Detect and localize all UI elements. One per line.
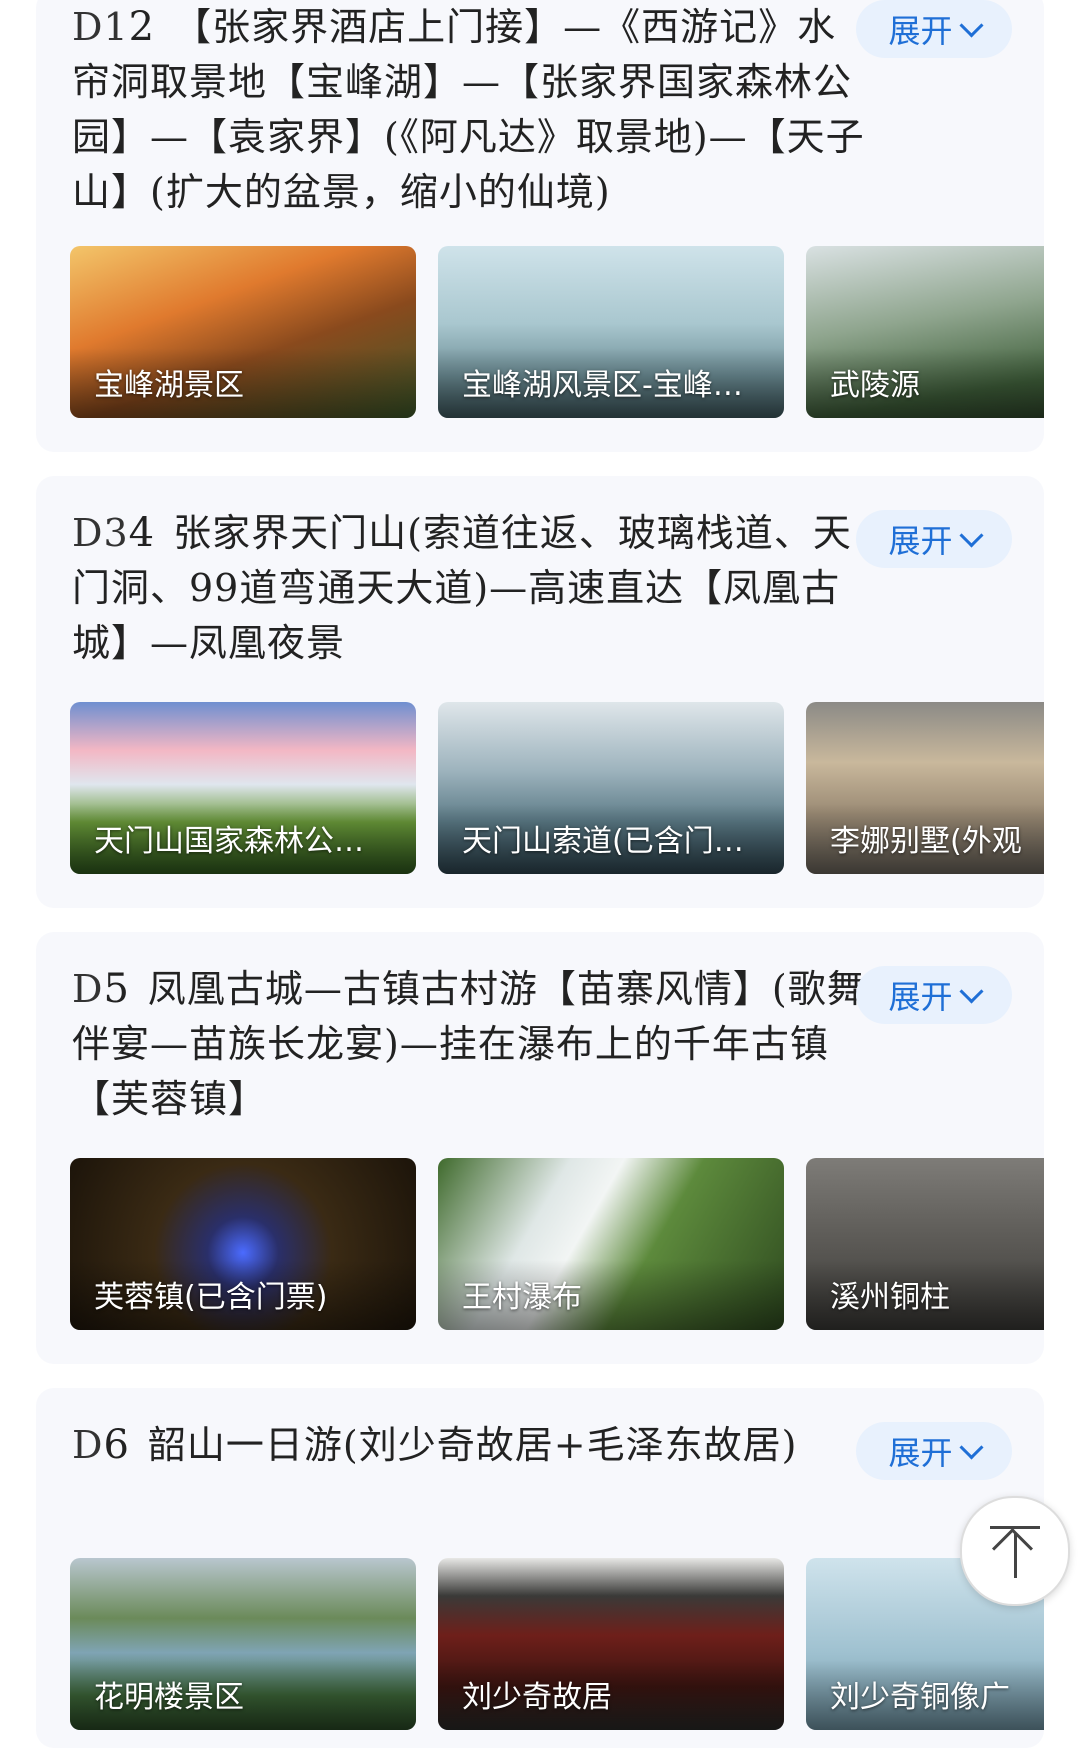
day-card-4: D6 韶山一日游(刘少奇故居+毛泽东故居) 展开 花明楼景区 刘少奇故居 刘少奇铜… [36,1388,1044,1748]
expand-button[interactable]: 展开 [856,966,1012,1024]
day-card-2: D34 张家界天门山(索道往返、玻璃栈道、天门洞、99道弯通天大道)—高速直达【凤… [36,476,1044,908]
expand-label: 展开 [888,522,953,560]
thumbnail-card[interactable]: 花明楼景区 [70,1558,416,1730]
day-number: 5 [103,966,130,1012]
thumbnail-label: 宝峰湖景区 [94,368,244,403]
chevron-down-icon [958,978,984,1004]
day-tag: D1 [72,5,129,49]
thumbnail-label: 武陵源 [830,368,920,403]
thumbnail-strip[interactable]: 芙蓉镇(已含门票) 王村瀑布 溪州铜柱 [70,1158,1044,1330]
day-title: D5 凤凰古城—古镇古村游【苗寨风情】(歌舞伴宴—苗族长龙宴)—挂在瀑布上的千年古… [72,962,872,1127]
scroll-to-top-button[interactable] [960,1496,1070,1606]
thumbnail-card[interactable]: 芙蓉镇(已含门票) [70,1158,416,1330]
thumbnail-label: 李娜别墅(外观 [830,824,1022,859]
day-card-3: D5 凤凰古城—古镇古村游【苗寨风情】(歌舞伴宴—苗族长龙宴)—挂在瀑布上的千年古… [36,932,1044,1364]
day-tag: D [72,967,104,1011]
day-itinerary: 凤凰古城—古镇古村游【苗寨风情】(歌舞伴宴—苗族长龙宴)—挂在瀑布上的千年古镇【… [72,967,866,1121]
thumbnail-label: 宝峰湖风景区-宝峰… [462,368,743,403]
thumbnail-card[interactable]: 王村瀑布 [438,1158,784,1330]
day-itinerary: 张家界天门山(索道往返、玻璃栈道、天门洞、99道弯通天大道)—高速直达【凤凰古城… [72,511,852,665]
expand-label: 展开 [888,12,953,50]
thumbnail-strip[interactable]: 宝峰湖景区 宝峰湖风景区-宝峰… 武陵源 [70,246,1044,418]
thumbnail-label: 天门山国家森林公… [94,824,364,859]
day-number: 6 [103,1422,130,1468]
day-tag: D [72,1423,104,1467]
day-title: D6 韶山一日游(刘少奇故居+毛泽东故居) [72,1418,872,1473]
thumbnail-card[interactable]: 武陵源 [806,246,1044,418]
thumbnail-label: 王村瀑布 [462,1280,582,1315]
day-tag: D3 [72,511,129,555]
day-title: D12 【张家界酒店上门接】—《西游记》水帘洞取景地【宝峰湖】—【张家界国家森林公… [72,0,872,220]
day-title: D34 张家界天门山(索道往返、玻璃栈道、天门洞、99道弯通天大道)—高速直达【凤… [72,506,872,671]
expand-button[interactable]: 展开 [856,0,1012,58]
expand-label: 展开 [888,1434,953,1472]
thumbnail-label: 溪州铜柱 [830,1280,950,1315]
expand-label: 展开 [888,978,953,1016]
top-bar-icon [990,1526,1040,1529]
thumbnail-label: 刘少奇故居 [462,1680,612,1715]
thumbnail-strip[interactable]: 花明楼景区 刘少奇故居 刘少奇铜像广 [70,1558,1044,1730]
chevron-down-icon [958,522,984,548]
thumbnail-card[interactable]: 李娜别墅(外观 [806,702,1044,874]
expand-button[interactable]: 展开 [856,1422,1012,1480]
thumbnail-strip[interactable]: 天门山国家森林公… 天门山索道(已含门… 李娜别墅(外观 [70,702,1044,874]
day-number: 2 [128,4,156,50]
expand-button[interactable]: 展开 [856,510,1012,568]
day-number: 4 [128,510,156,556]
day-itinerary: 【张家界酒店上门接】—《西游记》水帘洞取景地【宝峰湖】—【张家界国家森林公园】—… [72,5,865,214]
thumbnail-label: 芙蓉镇(已含门票) [94,1280,328,1315]
thumbnail-card[interactable]: 天门山国家森林公… [70,702,416,874]
thumbnail-label: 花明楼景区 [94,1680,244,1715]
day-itinerary: 韶山一日游(刘少奇故居+毛泽东故居) [147,1423,798,1467]
thumbnail-card[interactable]: 天门山索道(已含门… [438,702,784,874]
thumbnail-label: 天门山索道(已含门… [462,824,744,859]
chevron-down-icon [958,1434,984,1460]
thumbnail-card[interactable]: 溪州铜柱 [806,1158,1044,1330]
day-card-1: D12 【张家界酒店上门接】—《西游记》水帘洞取景地【宝峰湖】—【张家界国家森林公… [36,0,1044,452]
thumbnail-card[interactable]: 刘少奇故居 [438,1558,784,1730]
thumbnail-card[interactable]: 宝峰湖风景区-宝峰… [438,246,784,418]
arrow-stem-icon [1014,1534,1017,1578]
thumbnail-card[interactable]: 宝峰湖景区 [70,246,416,418]
thumbnail-label: 刘少奇铜像广 [830,1680,1010,1715]
arrow-up-icon [991,1527,1034,1570]
chevron-down-icon [958,12,984,38]
